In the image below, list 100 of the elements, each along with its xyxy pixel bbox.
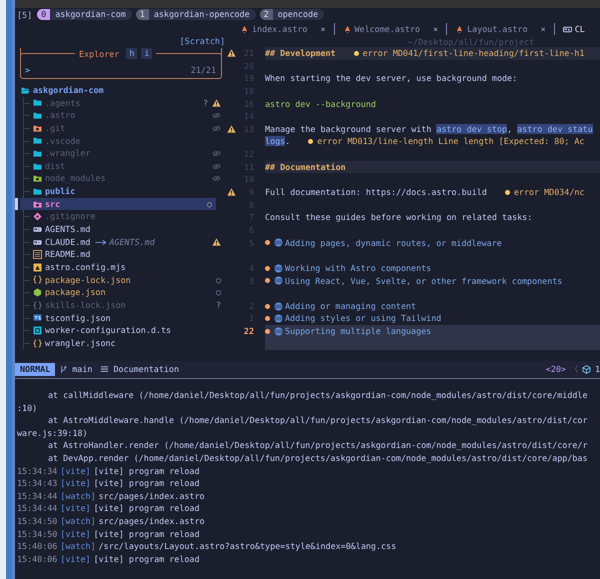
paragraph-text: Full documentation: https://docs.astro.build [265,186,487,199]
timestamp: 15:34:50 [17,516,58,526]
window-tab[interactable]: askgordian-opencode [148,9,256,20]
timestamp: 15:34:44 [17,503,58,514]
git-branch: main [72,364,92,374]
log-tag: [watch] [60,490,96,501]
tree-item[interactable]: worker-configuration.d.ts [24,324,225,337]
markdown-icon [33,224,42,234]
code-text: astro dev --background [265,98,376,110]
match-count: 21/21 [190,65,216,75]
tree-item[interactable]: .agents ? [24,96,225,110]
log-message: [vite] program reload [94,466,200,476]
doc-link[interactable]: Supporting multiple languages [285,325,432,338]
tree-item[interactable]: skills-lock.json ? [24,298,225,312]
tree-item[interactable]: package.json ○ [24,286,225,299]
editor-tab[interactable]: Welcome.astro × [338,24,442,34]
markdown-icon [33,238,42,246]
log-message: /src/layouts/Layout.astro?astro&type=style&index=0&lang.css [98,541,396,552]
rocket-icon [240,24,249,34]
stack-trace-line: at AstroHandler.render (/home/daniel/Desktop/all/fun/projects/askgordian-com/node_modules/astro/dist/core/r [48,440,588,450]
git-status: ? [202,96,208,110]
timestamp: 15:40:06 [17,541,58,552]
tree-item[interactable]: README.md [24,248,225,261]
stack-trace-line: at AstroMiddleware.handle (/home/daniel/Desktop/all/fun/projects/askgordian-com/node_modules/astro/dist/cor [48,415,588,426]
folder-icon [33,200,42,209]
timestamp: 15:34:34 [17,466,58,476]
tree-item[interactable]: package-lock.json ○ [24,274,225,286]
tree-item[interactable]: AGENTS.md [24,223,225,236]
log-tag: [watch] [60,541,96,552]
separator-glyph: 〈 [570,364,578,374]
bullet-dot [265,278,270,284]
globe-icon [274,276,283,286]
search-prompt[interactable]: > [25,65,30,75]
stack-trace-line: at callMiddleware (/home/daniel/Desktop/all/fun/projects/askgordian-com/node_modules/astro/dist/core/middle [48,390,588,400]
globe-icon [274,264,283,273]
close-icon[interactable]: × [433,24,438,34]
doc-link[interactable]: Adding styles or using Tailwind [285,312,442,326]
close-icon[interactable]: × [540,24,546,34]
markdown-icon [562,24,572,34]
diagnostic-dot [308,139,314,144]
count: 1 [594,364,600,374]
bullet-dot [265,240,270,246]
globe-icon [274,238,283,248]
globe-icon [274,326,283,336]
tree-item[interactable]: public [24,185,225,198]
doc-link[interactable]: Adding or managing content [285,300,416,312]
markdown-heading: ## Development [265,47,336,60]
window-tab[interactable]: askgordian-com [50,9,132,20]
tree-item[interactable]: wrangler.jsonc [24,336,225,350]
tree-item[interactable]: CLAUDE.md AGENTS.md [24,236,225,248]
paragraph-text: Consult these guides before working on related tasks: [265,211,532,224]
stack-trace-line: :10) [17,402,38,413]
tree-item[interactable]: tsconfig.json [24,312,225,324]
timestamp: 15:34:50 [17,528,58,539]
globe-icon [274,314,283,324]
bullet-dot [265,304,270,309]
markdown-heading: ## Documentation [265,160,346,174]
bullet-dot [265,328,270,334]
log-message: [vite] program reload [94,528,200,539]
diagnostic-message: error MD041/first-line-heading/first-line-h1 [362,47,584,60]
window-index[interactable]: 2 [260,9,273,20]
window-tab[interactable]: opencode [272,9,324,20]
folder-icon [33,124,42,133]
paragraph-text: When starting the dev server, use background mode: [265,72,518,85]
git-status: ○ [206,198,212,210]
window-index[interactable]: 1 [136,9,149,20]
session-count: [5] [17,10,32,20]
editor-tab[interactable]: index.astro × [236,24,330,34]
log-message: [vite] program reload [94,478,200,488]
folder-icon [33,186,42,196]
explorer-title: Explorer [79,48,120,58]
diagnostic-dot [354,50,359,56]
branch-icon [59,364,68,374]
braces-icon [33,338,42,348]
log-tag: [vite] [60,528,91,539]
tree-item[interactable]: src ○ [15,198,216,210]
editor-tab[interactable]: CL [558,24,599,34]
file-path: ~/Desktop/all/fun/project [408,37,534,47]
doc-link[interactable]: Using React, Vue, Svelte, or other framework components [285,274,562,288]
bullet-dot [265,266,270,271]
hexagon-icon [33,288,42,298]
doc-link[interactable]: Working with Astro components [285,262,432,275]
scratch-label[interactable]: [Scratch] [180,37,225,48]
diagnostic-message: error MD034/nc [514,186,584,199]
file-icon [33,326,42,335]
log-message: src/pages/index.astro [98,516,205,526]
tree-item[interactable]: astro.config.mjs [24,260,225,274]
paragraph-text: logs. [265,135,290,148]
doc-link[interactable]: Adding pages, dynamic routes, or middleware [285,236,502,250]
editor-tab[interactable]: Layout.astro × [451,24,550,34]
symlink-target: AGENTS.md [109,236,155,248]
position-indicator: <20> [546,364,566,374]
paragraph-text: Manage the background server with astro dev stop, astro dev statu [265,122,593,136]
tree-item[interactable]: askgordian-com [15,84,225,97]
stack-trace-line: at DevApp.render (/home/daniel/Desktop/all/fun/projects/askgordian-com/node_modules/astro/dist/core/app/bas [48,452,588,463]
window-index[interactable]: 0 [37,9,50,20]
close-icon[interactable]: × [320,24,326,34]
log-tag: [vite] [60,478,91,488]
folder-icon [33,174,42,184]
log-message: [vite] program reload [94,503,200,514]
